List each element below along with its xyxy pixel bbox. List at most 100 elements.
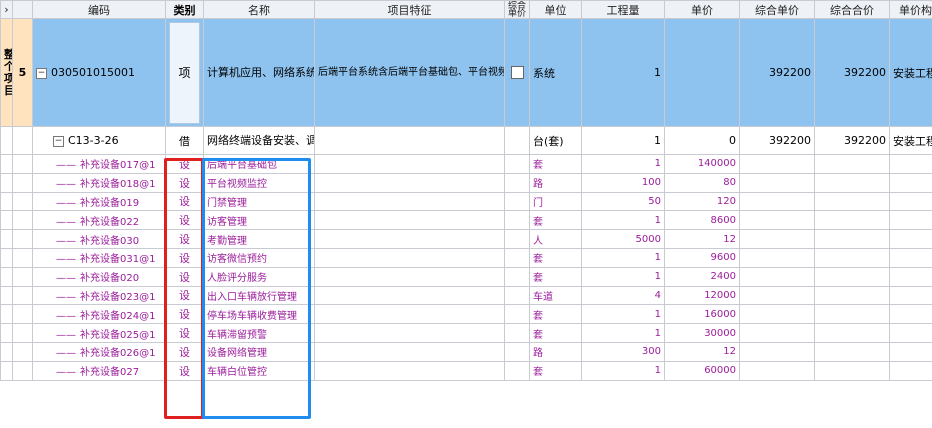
sub-price[interactable]: 9600 <box>664 247 740 268</box>
sub-type[interactable]: 设 <box>165 360 204 381</box>
sub-price[interactable]: 8600 <box>664 210 740 231</box>
sub-comp-total[interactable] <box>814 341 890 362</box>
sub-name[interactable]: 门禁管理 <box>203 191 315 212</box>
sub-summary[interactable] <box>504 341 530 362</box>
header-name[interactable]: 名称 <box>203 0 315 19</box>
header-price-build[interactable]: 单价构成 <box>889 0 932 19</box>
expand-corner-icon[interactable]: › <box>0 0 13 19</box>
quota-type[interactable]: 借 <box>165 126 204 155</box>
sub-comp-total[interactable] <box>814 210 890 231</box>
sub-comp-price[interactable] <box>739 285 815 306</box>
sub-name[interactable]: 停车场车辆收费管理 <box>203 304 315 325</box>
sub-quantity[interactable]: 1 <box>581 247 665 268</box>
sub-code-cell[interactable]: —— 补充设备022 <box>32 210 166 231</box>
sub-type[interactable]: 设 <box>165 191 204 212</box>
summary-check-cell[interactable] <box>504 18 530 127</box>
header-type[interactable]: 类别 <box>165 0 204 19</box>
sub-quantity[interactable]: 5000 <box>581 229 665 249</box>
sub-summary[interactable] <box>504 210 530 231</box>
sub-quantity[interactable]: 4 <box>581 285 665 306</box>
sub-item-row[interactable]: —— 补充设备020 设人脸评分服务 套 1 2400 <box>0 266 932 287</box>
sub-item-row[interactable]: —— 补充设备022 设访客管理 套 1 8600 <box>0 210 932 231</box>
header-quantity[interactable]: 工程量 <box>581 0 665 19</box>
sub-summary[interactable] <box>504 285 530 306</box>
sub-name[interactable]: 出入口车辆放行管理 <box>203 285 315 306</box>
quota-unit[interactable]: 台(套) <box>529 126 582 155</box>
sub-item-row[interactable]: —— 补充设备026@1 设设备网络管理 路 300 12 <box>0 341 932 362</box>
sub-price-build[interactable] <box>889 172 932 193</box>
sub-features[interactable] <box>314 191 505 212</box>
sub-price[interactable]: 30000 <box>664 323 740 343</box>
sub-name[interactable]: 车辆白位管控 <box>203 360 315 381</box>
sub-code-cell[interactable]: —— 补充设备017@1 <box>32 154 166 174</box>
sub-item-row[interactable]: —— 补充设备024@1 设停车场车辆收费管理 套 1 16000 <box>0 304 932 325</box>
sub-features[interactable] <box>314 247 505 268</box>
sub-features[interactable] <box>314 323 505 343</box>
sub-unit[interactable]: 人 <box>529 229 582 249</box>
sub-comp-price[interactable] <box>739 172 815 193</box>
sub-price-build[interactable] <box>889 191 932 212</box>
sub-features[interactable] <box>314 229 505 249</box>
sub-type[interactable]: 设 <box>165 285 204 306</box>
sub-comp-total[interactable] <box>814 304 890 325</box>
sub-features[interactable] <box>314 154 505 174</box>
sub-type[interactable]: 设 <box>165 266 204 287</box>
sub-item-row[interactable]: —— 补充设备019 设门禁管理 门 50 120 <box>0 191 932 212</box>
sub-code-cell[interactable]: —— 补充设备018@1 <box>32 172 166 193</box>
sub-item-row[interactable]: —— 补充设备018@1 设平台视频监控 路 100 80 <box>0 172 932 193</box>
sub-unit[interactable]: 套 <box>529 323 582 343</box>
sub-summary[interactable] <box>504 172 530 193</box>
header-price[interactable]: 单价 <box>664 0 740 19</box>
sub-unit[interactable]: 套 <box>529 154 582 174</box>
sub-name[interactable]: 访客管理 <box>203 210 315 231</box>
sub-item-row[interactable]: —— 补充设备025@1 设车辆滞留预警 套 1 30000 <box>0 323 932 343</box>
header-summary[interactable]: 综合单价 <box>504 0 530 19</box>
sub-comp-price[interactable] <box>739 323 815 343</box>
main-price-build[interactable]: 安装工程 <box>889 18 932 127</box>
sub-price-build[interactable] <box>889 360 932 381</box>
main-comp-price[interactable]: 392200 <box>739 18 815 127</box>
quota-price-build[interactable]: 安装工程 <box>889 126 932 155</box>
sub-code-cell[interactable]: —— 补充设备019 <box>32 191 166 212</box>
sub-type[interactable]: 设 <box>165 229 204 249</box>
sub-price-build[interactable] <box>889 285 932 306</box>
header-features[interactable]: 项目特征 <box>314 0 505 19</box>
sub-unit[interactable]: 套 <box>529 247 582 268</box>
sub-summary[interactable] <box>504 191 530 212</box>
sub-price-build[interactable] <box>889 229 932 249</box>
sub-unit[interactable]: 路 <box>529 172 582 193</box>
sub-price-build[interactable] <box>889 247 932 268</box>
sub-name[interactable]: 车辆滞留预警 <box>203 323 315 343</box>
sub-comp-price[interactable] <box>739 360 815 381</box>
sub-name[interactable]: 访客微信预约 <box>203 247 315 268</box>
sub-comp-price[interactable] <box>739 304 815 325</box>
collapse-toggle-icon[interactable]: − <box>36 67 47 79</box>
sub-type[interactable]: 设 <box>165 341 204 362</box>
collapse-toggle-icon[interactable]: − <box>53 135 64 147</box>
sub-price[interactable]: 2400 <box>664 266 740 287</box>
sub-unit[interactable]: 套 <box>529 360 582 381</box>
sub-unit[interactable]: 车道 <box>529 285 582 306</box>
sub-comp-total[interactable] <box>814 229 890 249</box>
sub-comp-price[interactable] <box>739 341 815 362</box>
main-price[interactable] <box>664 18 740 127</box>
quota-summary[interactable] <box>504 126 530 155</box>
sub-code-cell[interactable]: —— 补充设备030 <box>32 229 166 249</box>
sub-name[interactable]: 人脸评分服务 <box>203 266 315 287</box>
sub-summary[interactable] <box>504 247 530 268</box>
quota-row[interactable]: −C13-3-26 借 网络终端设备安装、调试 工作站 台(套) 1 0 392… <box>0 126 932 155</box>
sub-price-build[interactable] <box>889 304 932 325</box>
quota-features[interactable] <box>314 126 505 155</box>
header-code[interactable]: 编码 <box>32 0 166 19</box>
sub-quantity[interactable]: 1 <box>581 266 665 287</box>
sub-code-cell[interactable]: —— 补充设备023@1 <box>32 285 166 306</box>
main-features[interactable]: 后端平台系统含后端平台基础包、平台视频监控、门径管理、访客管理、考勤管理、访客微… <box>314 18 505 127</box>
sub-quantity[interactable]: 1 <box>581 360 665 381</box>
sub-comp-total[interactable] <box>814 247 890 268</box>
sub-comp-total[interactable] <box>814 285 890 306</box>
sub-comp-price[interactable] <box>739 154 815 174</box>
sub-code-cell[interactable]: —— 补充设备024@1 <box>32 304 166 325</box>
main-type-cell[interactable]: 项 <box>165 18 204 127</box>
main-quantity[interactable]: 1 <box>581 18 665 127</box>
sub-price[interactable]: 12000 <box>664 285 740 306</box>
